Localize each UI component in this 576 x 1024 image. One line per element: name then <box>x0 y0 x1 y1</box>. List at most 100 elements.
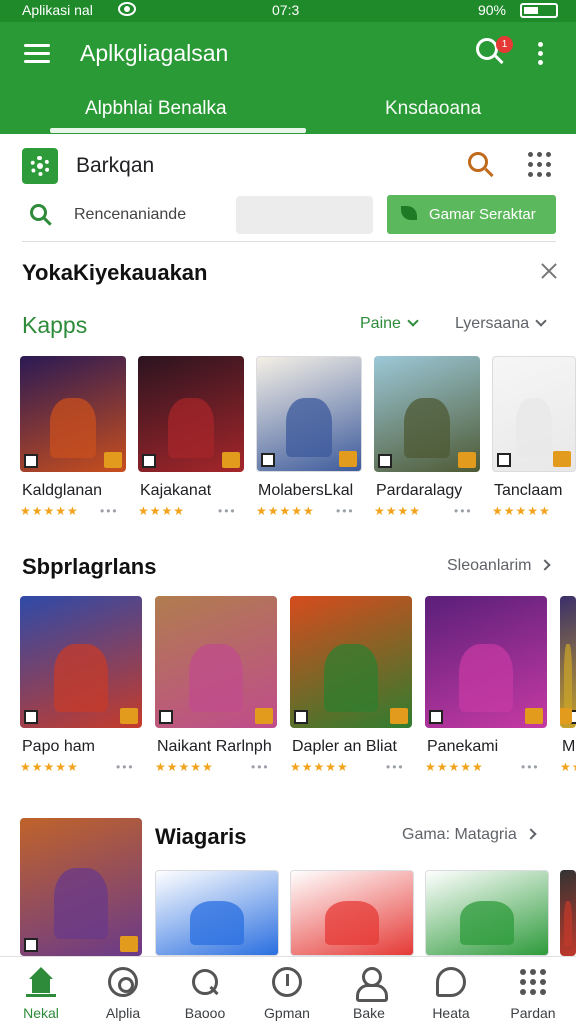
more-dots-icon[interactable]: ••• <box>100 504 119 518</box>
nav-item-search[interactable]: Baooo <box>164 957 246 1024</box>
more-dots-icon[interactable]: ••• <box>521 760 540 774</box>
app-artwork <box>189 643 243 713</box>
app-name: Panekami <box>427 738 499 755</box>
search-icon-orange[interactable] <box>468 152 496 180</box>
age-badge-icon <box>222 452 240 468</box>
card-title: Barkqan <box>76 154 155 177</box>
rating-badge-icon <box>294 710 308 724</box>
app-artwork <box>515 398 553 458</box>
app-tile[interactable] <box>20 818 142 956</box>
nav-item-grid[interactable]: Pardan <box>492 957 574 1024</box>
app-tile[interactable] <box>290 596 412 728</box>
rating-stars: ★★★★★ <box>20 504 79 518</box>
app-name: Tanclaam <box>494 482 563 499</box>
app-tile[interactable] <box>256 356 362 472</box>
close-icon[interactable] <box>540 262 558 280</box>
app-tile[interactable] <box>155 870 279 956</box>
rating-stars: ★★★★★ <box>256 504 315 518</box>
tab-primary[interactable]: Alpbhlai Benalka <box>85 98 227 120</box>
section-title-2: Sbprlagrlans <box>22 554 157 579</box>
app-tile[interactable] <box>20 356 126 472</box>
age-badge-icon <box>390 708 408 724</box>
app-tile[interactable] <box>492 356 576 472</box>
nav-label: Pardan <box>510 1005 556 1021</box>
bottom-navigation: Nekal Alplia Baooo Gpman Bake Heata Pardan <box>0 956 576 1024</box>
section-title-3: Wiagaris <box>155 824 247 849</box>
more-dots-icon[interactable]: ••• <box>218 504 237 518</box>
more-dots-icon[interactable]: ••• <box>454 504 473 518</box>
apps-grid-icon[interactable] <box>528 152 554 178</box>
nav-label: Heata <box>432 1005 470 1021</box>
app-tile[interactable] <box>138 356 244 472</box>
nav-label: Bake <box>353 1005 385 1021</box>
age-badge-icon <box>120 936 138 952</box>
home-icon <box>26 967 56 997</box>
nav-item-target[interactable]: Alplia <box>82 957 164 1024</box>
menu-icon[interactable] <box>24 44 50 64</box>
see-all-link-3[interactable]: Gama: Matagria <box>402 826 537 844</box>
chevron-right-icon <box>539 559 552 571</box>
app-name: Ma <box>562 738 576 755</box>
app-tile[interactable] <box>560 596 576 728</box>
more-dots-icon[interactable]: ••• <box>251 760 270 774</box>
divider <box>22 241 556 242</box>
app-artwork <box>54 643 108 713</box>
search-submit-button[interactable]: Gamar Seraktar <box>387 195 556 234</box>
filter-dropdown-1[interactable]: Paine <box>360 315 419 333</box>
app-name: Papo ham <box>22 738 95 755</box>
rating-stars: ★★★★★ <box>20 760 79 774</box>
settings-icon[interactable] <box>22 148 58 184</box>
rating-badge-icon <box>429 710 443 724</box>
nav-item-clock[interactable]: Gpman <box>246 957 328 1024</box>
see-all-link-2[interactable]: Sleoanlarim <box>447 557 552 575</box>
notification-badge: 1 <box>496 36 513 53</box>
clock-icon <box>272 967 302 997</box>
more-dots-icon[interactable]: ••• <box>386 760 405 774</box>
app-tile[interactable] <box>425 870 549 956</box>
filter-field[interactable] <box>236 196 373 234</box>
app-tile[interactable] <box>560 870 576 956</box>
rating-badge-icon <box>24 454 38 468</box>
app-artwork <box>54 867 108 940</box>
app-tile[interactable] <box>155 596 277 728</box>
rating-stars: ★★★★★ <box>155 760 214 774</box>
tab-secondary[interactable]: Knsdaoana <box>385 98 481 120</box>
app-name: Dapler an Bliat <box>292 738 397 755</box>
nav-item-chat[interactable]: Heata <box>410 957 492 1024</box>
app-name: Pardaralagy <box>376 482 463 499</box>
chevron-down-icon <box>407 315 419 327</box>
app-bar: Aplkgliagalsan 1 Alpbhlai Benalka Knsdao… <box>0 22 576 134</box>
rating-badge-icon <box>24 938 38 952</box>
search-input[interactable] <box>74 198 234 232</box>
app-artwork <box>459 643 513 713</box>
rating-stars: ★★★★★ <box>492 504 551 518</box>
rating-badge-icon <box>159 710 173 724</box>
app-tile[interactable] <box>290 870 414 956</box>
eye-icon <box>118 2 136 16</box>
nav-label: Baooo <box>184 1005 226 1021</box>
see-all-label: Sleoanlarim <box>447 557 532 574</box>
nav-item-home[interactable]: Nekal <box>0 957 82 1024</box>
more-dots-icon[interactable]: ••• <box>116 760 135 774</box>
nav-label: Nekal <box>23 1005 59 1021</box>
app-tile[interactable] <box>20 596 142 728</box>
more-options-icon[interactable] <box>538 42 544 68</box>
rating-badge-icon <box>24 710 38 724</box>
app-artwork <box>49 397 97 459</box>
search-icon <box>190 967 220 997</box>
more-dots-icon[interactable]: ••• <box>336 504 355 518</box>
rating-stars: ★★ <box>560 760 576 774</box>
app-tile[interactable] <box>374 356 480 472</box>
app-artwork <box>190 901 244 945</box>
app-artwork <box>403 397 451 459</box>
rating-stars: ★★★★★ <box>290 760 349 774</box>
nav-item-person[interactable]: Bake <box>328 957 410 1024</box>
filter-dropdown-2[interactable]: Lyersaana <box>455 315 547 333</box>
status-bar: Aplikasi nal 07:3 90% <box>0 0 576 22</box>
chat-icon <box>436 967 466 997</box>
age-badge-icon <box>525 708 543 724</box>
app-title: Aplkgliagalsan <box>80 40 229 66</box>
age-badge-icon <box>120 708 138 724</box>
app-tile[interactable] <box>425 596 547 728</box>
age-badge-icon <box>560 708 572 724</box>
